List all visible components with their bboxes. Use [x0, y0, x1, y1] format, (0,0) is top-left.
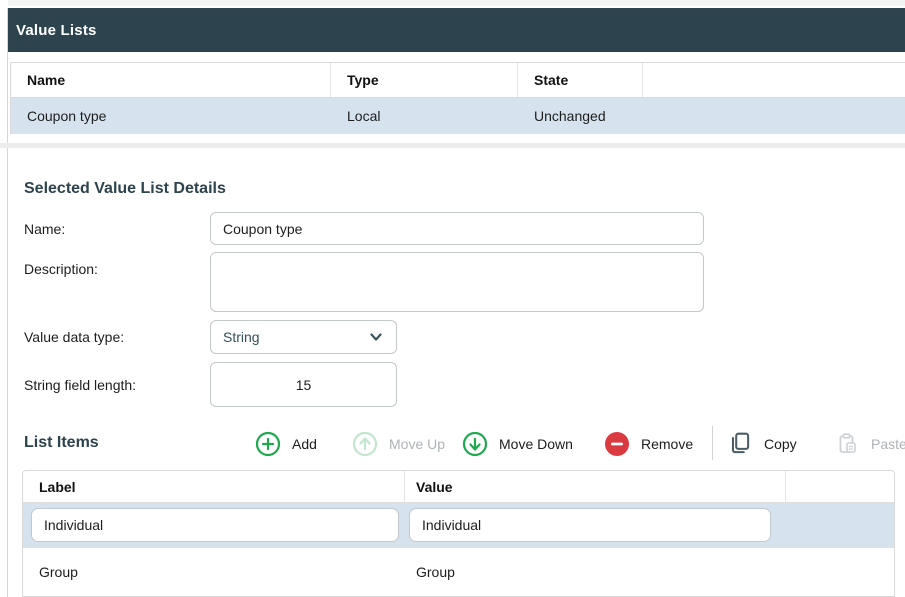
item-value-field[interactable]	[409, 508, 771, 542]
list-items-table: Label Value Group Group	[22, 470, 895, 597]
window-top-strip	[8, 0, 905, 6]
description-field[interactable]	[210, 252, 704, 312]
panel-splitter[interactable]	[7, 8, 8, 597]
column-header-name[interactable]: Name	[11, 63, 331, 97]
cell-type[interactable]: Local	[331, 98, 518, 134]
copy-button-label: Copy	[764, 436, 797, 452]
list-item-row-editing[interactable]	[23, 503, 894, 548]
cell-label[interactable]: Group	[23, 548, 405, 596]
cell-empty	[643, 98, 905, 134]
column-header-empty	[786, 471, 894, 502]
name-field[interactable]	[210, 212, 704, 245]
add-icon	[255, 431, 281, 457]
description-field-label: Description:	[24, 261, 98, 277]
arrow-up-circle-icon	[352, 431, 378, 457]
column-header-label[interactable]: Label	[23, 471, 405, 502]
value-data-type-dropdown[interactable]: String	[210, 320, 397, 354]
arrow-down-circle-icon	[462, 431, 488, 457]
copy-icon	[727, 431, 753, 457]
chevron-down-icon	[368, 329, 384, 345]
cell-state[interactable]: Unchanged	[518, 98, 643, 134]
column-header-empty	[643, 63, 905, 97]
remove-icon	[604, 431, 630, 457]
item-label-field[interactable]	[31, 508, 399, 542]
remove-button-label: Remove	[641, 436, 693, 452]
string-field-length-field[interactable]	[210, 362, 397, 407]
name-field-label: Name:	[24, 221, 65, 237]
move-up-button[interactable]: Move Up	[352, 430, 445, 458]
details-section-title: Selected Value List Details	[24, 180, 226, 198]
paste-icon	[836, 432, 860, 456]
value-data-type-selected: String	[223, 329, 260, 345]
copy-button[interactable]: Copy	[727, 430, 797, 458]
move-up-button-label: Move Up	[389, 436, 445, 452]
toolbar-separator	[712, 426, 713, 460]
column-header-type[interactable]: Type	[331, 63, 518, 97]
list-item-row[interactable]: Group Group	[23, 548, 894, 597]
table-row-selected[interactable]: Coupon type Local Unchanged	[11, 98, 905, 134]
value-data-type-label: Value data type:	[24, 329, 124, 345]
paste-button-label: Paste	[871, 436, 905, 452]
list-items-section-title: List Items	[24, 434, 99, 452]
paste-button[interactable]: Paste	[836, 430, 905, 458]
cell-value[interactable]: Group	[405, 548, 786, 596]
move-down-button[interactable]: Move Down	[462, 430, 573, 458]
string-field-length-label: String field length:	[24, 377, 136, 393]
section-divider	[0, 143, 905, 148]
cell-empty	[786, 548, 894, 596]
add-button[interactable]: Add	[255, 430, 317, 458]
list-items-header-row: Label Value	[23, 471, 894, 503]
cell-name[interactable]: Coupon type	[11, 98, 331, 134]
column-header-state[interactable]: State	[518, 63, 643, 97]
value-lists-table: Name Type State Coupon type Local Unchan…	[10, 62, 905, 134]
add-button-label: Add	[292, 436, 317, 452]
move-down-button-label: Move Down	[499, 436, 573, 452]
panel-title: Value Lists	[16, 22, 97, 39]
remove-button[interactable]: Remove	[604, 430, 693, 458]
value-lists-header-row: Name Type State	[11, 63, 905, 98]
column-header-value[interactable]: Value	[405, 471, 786, 502]
panel-header: Value Lists	[8, 8, 905, 52]
